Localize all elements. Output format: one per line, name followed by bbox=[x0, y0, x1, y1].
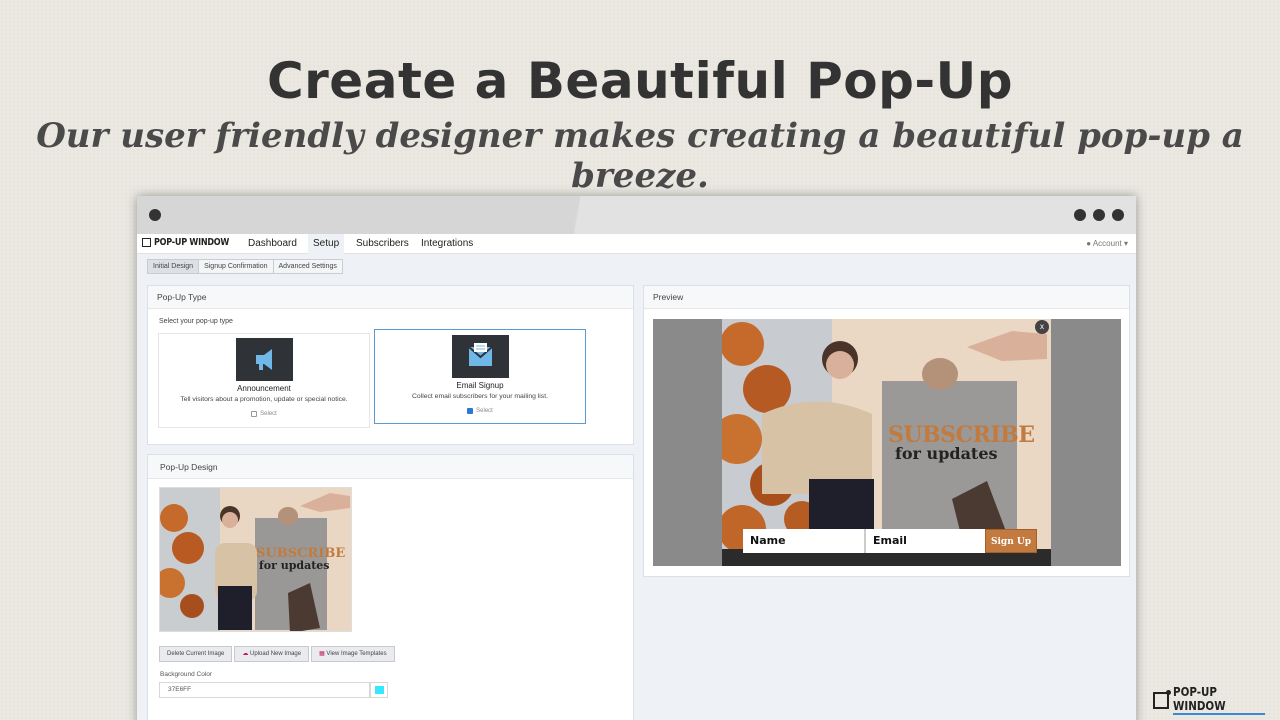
popup-preview: SUBSCRIBE for updates x Name Email Sign … bbox=[722, 319, 1051, 566]
checkbox[interactable] bbox=[251, 411, 258, 417]
type-card-email-signup[interactable]: Email Signup Collect email subscribers f… bbox=[374, 329, 586, 424]
background-color-label: Background Color bbox=[160, 671, 213, 678]
type-select[interactable]: Select bbox=[375, 408, 585, 414]
select-label: Select bbox=[476, 408, 493, 414]
type-description: Tell visitors about a promotion, update … bbox=[180, 396, 348, 403]
tab-signup-confirmation[interactable]: Signup Confirmation bbox=[198, 259, 274, 274]
user-icon: ● bbox=[1086, 239, 1092, 248]
upload-image-button[interactable]: ☁ Upload New Image bbox=[234, 646, 310, 662]
view-templates-button[interactable]: ▦ View Image Templates bbox=[311, 646, 395, 662]
image-icon: ▦ bbox=[319, 651, 325, 657]
window-dot-icon bbox=[1112, 209, 1124, 221]
nav-integrations[interactable]: Integrations bbox=[421, 238, 473, 249]
design-image-thumbnail: SUBSCRIBE for updates bbox=[159, 487, 352, 632]
caret-down-icon: ▾ bbox=[1123, 239, 1128, 248]
window-dot-icon bbox=[149, 209, 161, 221]
account-label: Account bbox=[1092, 239, 1122, 248]
tab-advanced-settings[interactable]: Advanced Settings bbox=[272, 259, 343, 274]
color-swatch bbox=[375, 686, 384, 694]
popup-type-panel: Pop-Up Type Select your pop-up type Anno… bbox=[147, 285, 634, 445]
brand-text: POP-UP WINDOW bbox=[1172, 685, 1266, 715]
app-navbar: POP-UP WINDOW Dashboard Setup Subscriber… bbox=[137, 234, 1136, 254]
logo-text: POP-UP WINDOW bbox=[154, 237, 230, 248]
nav-subscribers[interactable]: Subscribers bbox=[356, 238, 409, 249]
type-card-announcement[interactable]: Announcement Tell visitors about a promo… bbox=[158, 333, 370, 428]
nav-setup[interactable]: Setup bbox=[308, 234, 345, 254]
browser-chrome bbox=[137, 196, 1136, 234]
page-subtitle: Our user friendly designer makes creatin… bbox=[36, 116, 1244, 196]
view-templates-label: View Image Templates bbox=[326, 651, 387, 657]
page-title: Create a Beautiful Pop-Up bbox=[266, 52, 1014, 110]
select-label: Select bbox=[260, 411, 277, 417]
color-picker-button[interactable] bbox=[370, 682, 388, 698]
select-hint: Select your pop-up type bbox=[159, 318, 233, 325]
name-field[interactable]: Name bbox=[743, 529, 864, 553]
envelope-icon bbox=[451, 335, 509, 378]
browser-window: POP-UP WINDOW Dashboard Setup Subscriber… bbox=[137, 196, 1136, 720]
popup-subheadline: for updates bbox=[895, 444, 998, 463]
thumb-subheadline: for updates bbox=[259, 559, 330, 572]
type-name: Announcement bbox=[237, 384, 291, 393]
preview-panel: Preview SUBSCRIBE for updates x Name Ema… bbox=[643, 285, 1130, 577]
close-icon[interactable]: x bbox=[1035, 320, 1049, 334]
brand-logo-icon bbox=[1153, 689, 1171, 709]
preview-canvas: SUBSCRIBE for updates x Name Email Sign … bbox=[653, 319, 1121, 566]
delete-image-button[interactable]: Delete Current Image bbox=[159, 646, 233, 662]
checkbox-checked[interactable] bbox=[467, 408, 474, 414]
window-dot-icon bbox=[1074, 209, 1086, 221]
upload-image-label: Upload New Image bbox=[250, 651, 302, 657]
type-select[interactable]: Select bbox=[159, 411, 369, 417]
cloud-upload-icon: ☁ bbox=[242, 651, 249, 657]
megaphone-icon bbox=[235, 338, 293, 381]
type-name: Email Signup bbox=[456, 381, 504, 390]
account-menu[interactable]: ● Account ▾ bbox=[1086, 239, 1128, 248]
design-buttons: Delete Current Image ☁ Upload New Image … bbox=[159, 646, 395, 662]
subtab-bar: Initial Design Signup Confirmation Advan… bbox=[147, 259, 343, 274]
tab-initial-design[interactable]: Initial Design bbox=[147, 259, 200, 274]
panel-title: Preview bbox=[644, 286, 1129, 309]
type-description: Collect email subscribers for your maili… bbox=[412, 393, 548, 400]
footer-brand: POP-UP WINDOW bbox=[1153, 685, 1280, 715]
signup-form: Name Email Sign Up bbox=[743, 529, 1038, 553]
popup-design-panel: Pop-Up Design SUBSCRIBE for updates Dele… bbox=[147, 454, 634, 720]
app-logo[interactable]: POP-UP WINDOW bbox=[142, 237, 242, 248]
panel-title: Pop-Up Design bbox=[148, 455, 633, 479]
panel-title: Pop-Up Type bbox=[148, 286, 633, 309]
background-color-input[interactable]: 37E6FF bbox=[159, 682, 370, 698]
nav-dashboard[interactable]: Dashboard bbox=[248, 238, 297, 249]
window-dot-icon bbox=[1093, 209, 1105, 221]
sign-up-button[interactable]: Sign Up bbox=[985, 529, 1038, 553]
email-field[interactable]: Email bbox=[866, 529, 985, 553]
logo-icon bbox=[142, 238, 151, 247]
